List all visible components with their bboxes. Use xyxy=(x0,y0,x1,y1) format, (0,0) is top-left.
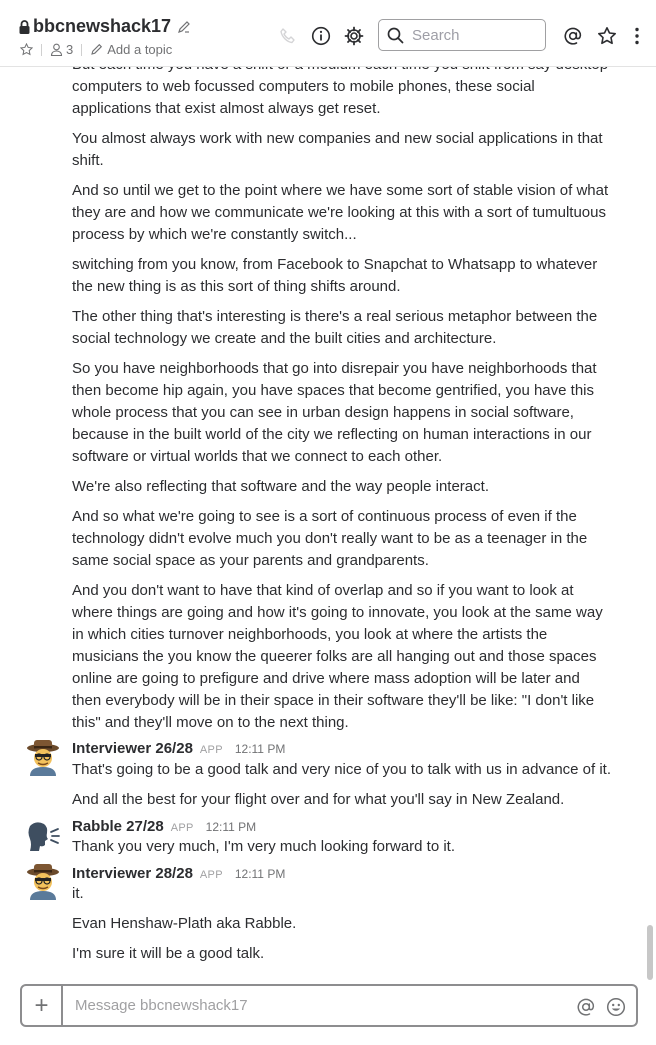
author-name[interactable]: Interviewer 26/28 xyxy=(72,740,193,757)
info-icon[interactable] xyxy=(311,26,331,46)
timestamp[interactable]: 12:11 PM xyxy=(206,820,256,834)
search-input[interactable] xyxy=(410,25,544,45)
message-list[interactable]: But each time you have a shift or a medi… xyxy=(0,67,645,977)
rabble-avatar[interactable] xyxy=(24,818,62,856)
app-badge: APP xyxy=(170,822,194,834)
gear-icon[interactable] xyxy=(344,26,364,46)
message-text: And all the best for your flight over an… xyxy=(72,791,565,808)
app-badge: APP xyxy=(199,744,223,756)
app-badge: APP xyxy=(199,869,223,881)
timestamp[interactable]: 12:11 PM xyxy=(235,867,285,881)
divider xyxy=(41,43,42,56)
message-input[interactable] xyxy=(73,996,557,1015)
search-icon xyxy=(387,27,404,43)
member-icon[interactable] xyxy=(50,43,63,56)
pencil-icon xyxy=(91,43,103,55)
message-text: We're also reflecting that software and … xyxy=(72,478,489,495)
message-text: But each time you have a shift or a medi… xyxy=(72,67,608,117)
message-header: Rabble 27/28 APP 12:11 PM xyxy=(72,818,256,835)
search-box[interactable] xyxy=(378,19,546,51)
message-text: I'm sure it will be a good talk. xyxy=(72,945,265,962)
more-vertical-icon[interactable] xyxy=(627,26,647,46)
interviewer-avatar[interactable] xyxy=(24,862,62,900)
channel-meta: 3 Add a topic xyxy=(20,42,172,57)
message-header: Interviewer 28/28 APP 12:11 PM xyxy=(72,865,285,882)
message-header: Interviewer 26/28 APP 12:11 PM xyxy=(72,740,285,757)
message-text: switching from you know, from Facebook t… xyxy=(72,256,598,295)
message-composer[interactable]: + xyxy=(20,984,638,1027)
message-text: Evan Henshaw-Plath aka Rabble. xyxy=(72,915,297,932)
channel-name: bbcnewshack17 xyxy=(33,16,172,36)
author-name[interactable]: Interviewer 28/28 xyxy=(72,865,193,882)
add-topic-link[interactable]: Add a topic xyxy=(107,42,172,57)
interviewer-avatar[interactable] xyxy=(24,738,62,776)
author-name[interactable]: Rabble 27/28 xyxy=(72,818,164,835)
scrollbar-thumb[interactable] xyxy=(647,925,653,980)
star-icon[interactable] xyxy=(597,26,617,46)
message-text: So you have neighborhoods that go into d… xyxy=(72,360,597,465)
member-count[interactable]: 3 xyxy=(66,42,73,57)
message-text: it. xyxy=(72,885,84,902)
message-text: That's going to be a good talk and very … xyxy=(72,761,612,778)
message-text: And so what we're going to see is a sort… xyxy=(72,508,588,569)
edit-pencil-icon[interactable] xyxy=(177,20,191,34)
channel-header: bbcnewshack17 3 Add a topic xyxy=(0,0,656,67)
emoji-icon[interactable] xyxy=(606,997,626,1017)
message-text: And you don't want to have that kind of … xyxy=(72,582,603,731)
message-text: Thank you very much, I'm very much looki… xyxy=(72,838,456,855)
mentions-icon[interactable] xyxy=(563,26,583,46)
attach-button[interactable]: + xyxy=(22,986,63,1025)
star-outline-icon[interactable] xyxy=(20,43,33,56)
channel-title[interactable]: bbcnewshack17 xyxy=(19,16,191,37)
lock-icon xyxy=(19,19,30,34)
mention-icon[interactable] xyxy=(576,997,596,1017)
timestamp[interactable]: 12:11 PM xyxy=(235,742,285,756)
message-text: You almost always work with new companie… xyxy=(72,130,603,169)
message-text: And so until we get to the point where w… xyxy=(72,182,609,243)
divider xyxy=(81,43,83,56)
message-text: The other thing that's interesting is th… xyxy=(72,308,598,347)
call-icon[interactable] xyxy=(278,26,298,46)
